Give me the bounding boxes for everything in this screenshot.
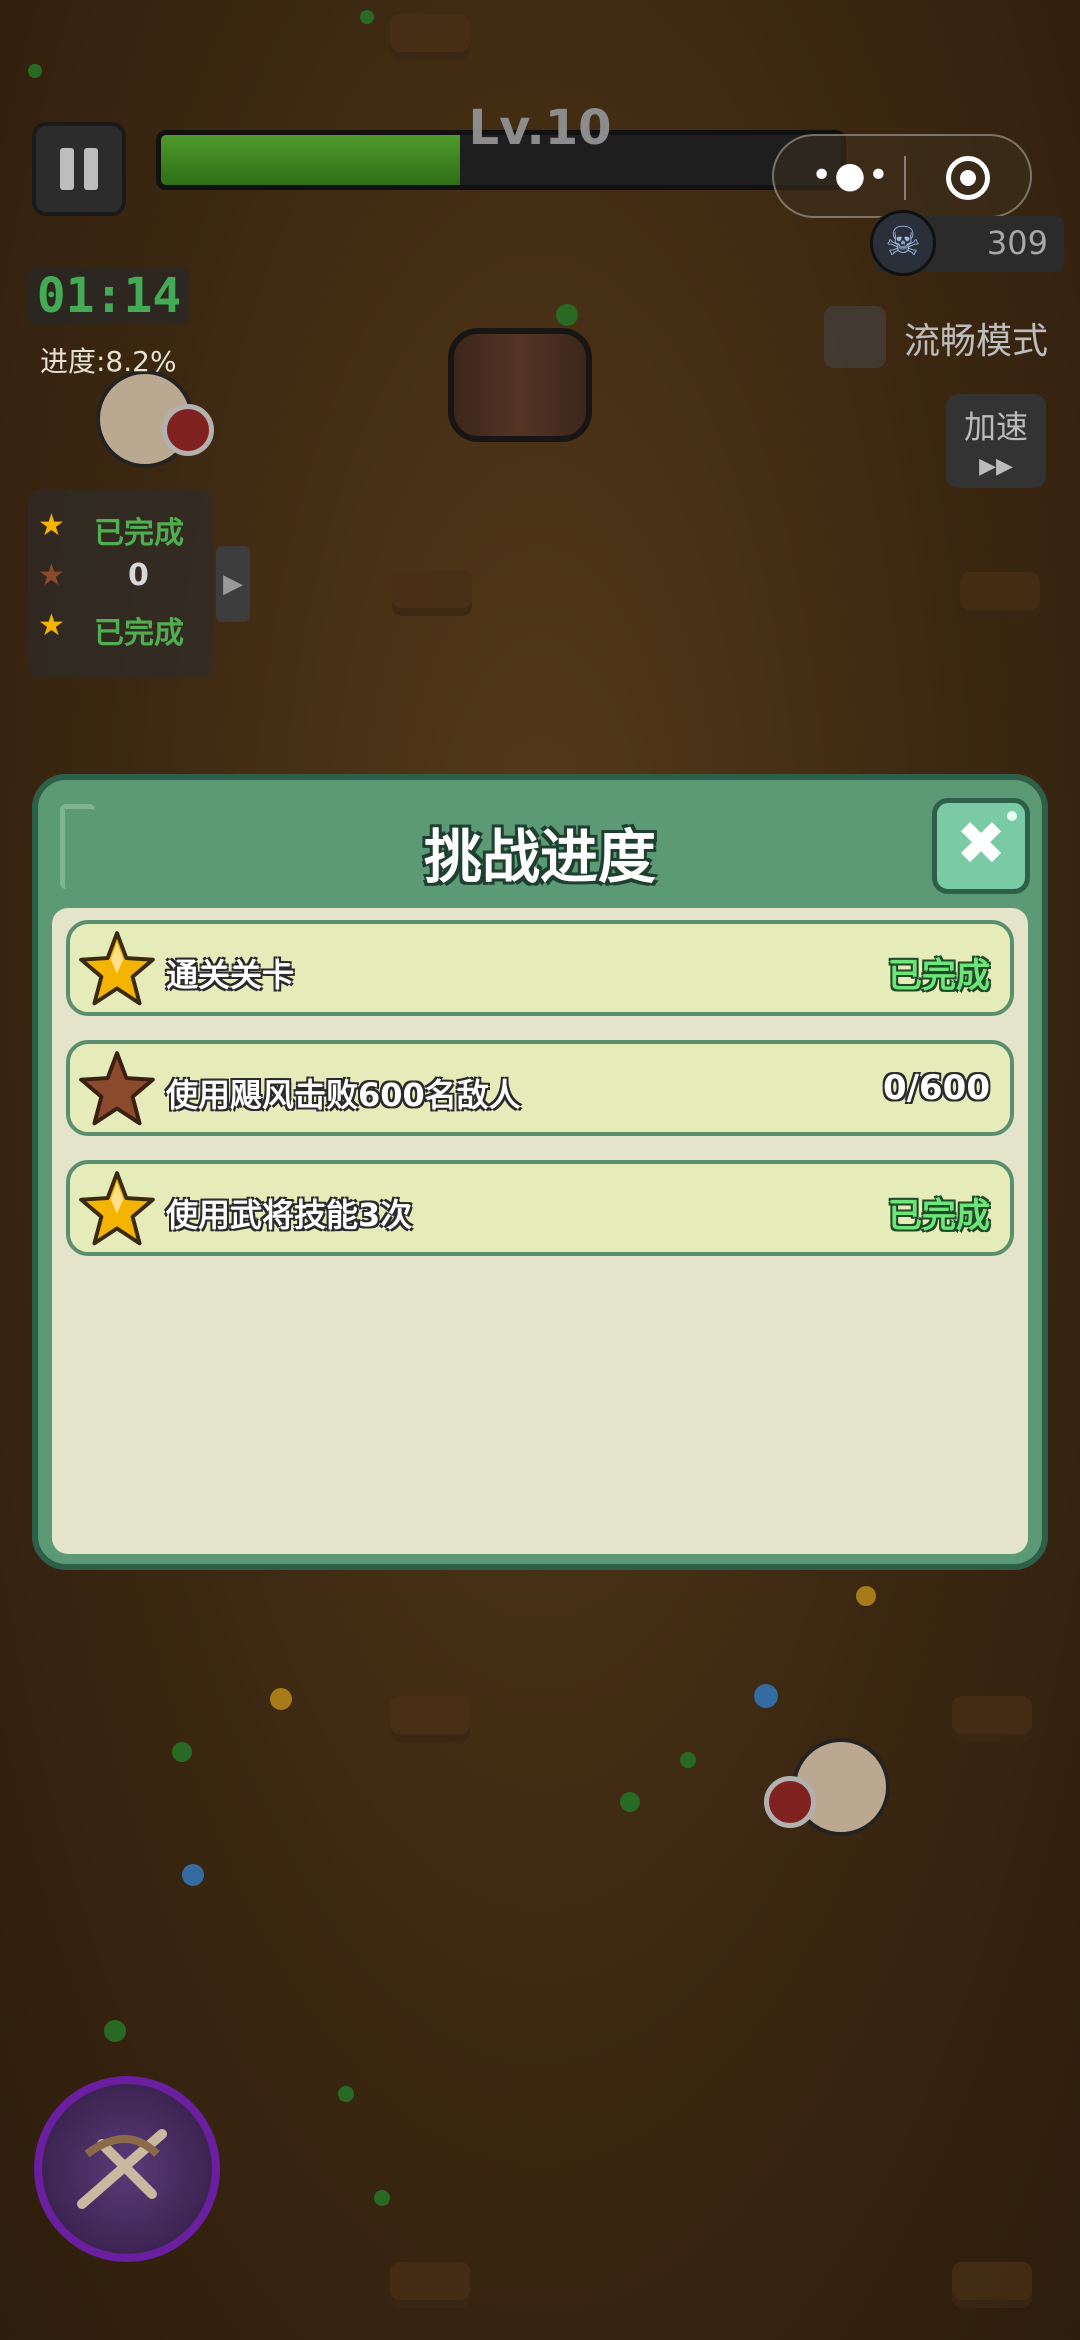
smooth-mode-checkbox[interactable] bbox=[824, 306, 886, 368]
smooth-mode-label[interactable]: 流畅模式 bbox=[904, 312, 1048, 364]
challenge-progress-dialog: 挑战进度 ✖ 通关关卡 已完成 使用飓风击败600名敌人 0/600 使用武将技… bbox=[32, 774, 1048, 1570]
task-label: 使用飓风击败600名敌人 bbox=[166, 1076, 521, 1114]
game-timer: 01:14 bbox=[28, 268, 190, 324]
star-icon: ★ bbox=[38, 508, 65, 543]
task-status: 已完成 bbox=[888, 956, 990, 996]
star-icon: ★ bbox=[38, 608, 65, 643]
task-status: 已完成 bbox=[888, 1196, 990, 1236]
task-label: 通关关卡 bbox=[166, 956, 295, 994]
challenge-mini-panel[interactable]: ★ 已完成 ★ 0 ★ 已完成 bbox=[28, 490, 214, 678]
wechat-capsule[interactable]: •●• bbox=[772, 134, 1032, 218]
gold-star-icon bbox=[79, 931, 155, 1006]
crossbow-icon bbox=[77, 2129, 167, 2209]
more-options-icon[interactable]: •●• bbox=[806, 154, 896, 198]
task-row: 通关关卡 已完成 bbox=[66, 920, 1014, 1016]
kill-count: 309 bbox=[986, 224, 1048, 262]
mini-task-row: ★ 已完成 bbox=[38, 508, 184, 551]
close-miniprogram-icon[interactable] bbox=[946, 156, 990, 200]
skull-icon: ☠ bbox=[870, 210, 936, 276]
task-label: 使用武将技能3次 bbox=[166, 1196, 413, 1234]
progress-label: 进度:8.2% bbox=[40, 345, 177, 378]
gold-star-icon bbox=[79, 1171, 155, 1246]
dialog-title: 挑战进度 bbox=[423, 823, 656, 891]
mini-task-row: ★ 0 bbox=[38, 558, 149, 593]
mini-task-row: ★ 已完成 bbox=[38, 608, 184, 651]
skill-button[interactable] bbox=[34, 2076, 220, 2262]
task-row: 使用武将技能3次 已完成 bbox=[66, 1160, 1014, 1256]
speed-up-button[interactable]: 加速 ▶▶ bbox=[946, 394, 1046, 488]
fast-forward-icon: ▶▶ bbox=[979, 454, 1013, 479]
task-row: 使用飓风击败600名敌人 0/600 bbox=[66, 1040, 1014, 1136]
speed-up-label: 加速 bbox=[963, 408, 1028, 446]
expand-panel-button[interactable]: ▶ bbox=[216, 546, 250, 622]
close-button[interactable]: ✖ bbox=[932, 798, 1030, 894]
task-status: 0/600 bbox=[882, 1068, 990, 1108]
task-list: 通关关卡 已完成 使用飓风击败600名敌人 0/600 使用武将技能3次 已完成 bbox=[52, 908, 1028, 1554]
kill-counter: ☠ 309 bbox=[870, 210, 1064, 276]
star-icon: ★ bbox=[38, 558, 65, 593]
bronze-star-icon bbox=[79, 1051, 155, 1126]
